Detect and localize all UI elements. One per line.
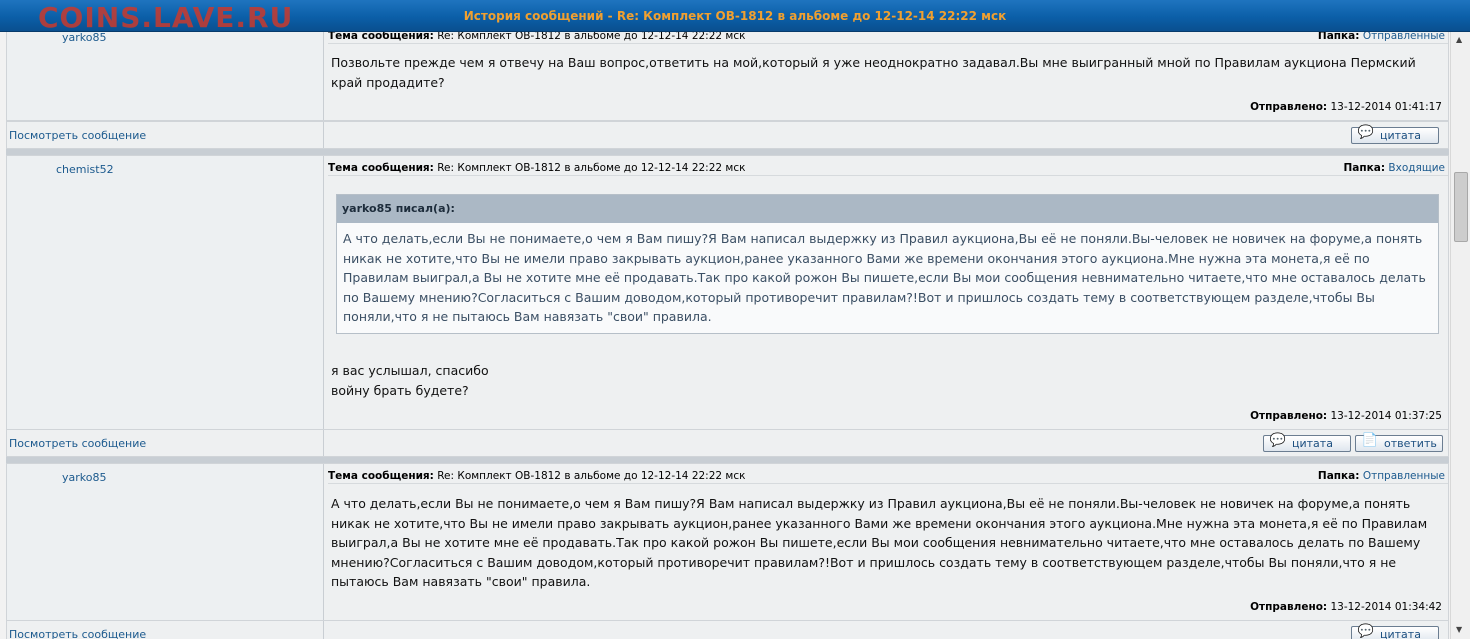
subject-line: Тема сообщения: Re: Комплект ОВ-1812 в а… [328,32,1448,44]
quote-author: yarko85 писал(а): [337,195,1438,223]
message-text-line-2: войну брать будете? [331,383,469,398]
message-body: Тема сообщения: Re: Комплект ОВ-1812 в а… [325,32,1448,120]
reply-button[interactable]: 📄 ответить [1355,433,1443,452]
message-2: chemist52 Тема сообщения: Re: Комплект О… [6,155,1449,430]
quote-button-label: цитата [1292,437,1333,450]
subject-label: Тема сообщения: [328,470,434,482]
message-2-actions: Посмотреть сообщение 💬 цитата 📄 ответить [6,429,1449,457]
subject-text: Re: Комплект ОВ-1812 в альбоме до 12-12-… [437,32,746,42]
speech-bubble-icon: 💬 [1269,433,1287,448]
sent-info: Отправлено: 13-12-2014 01:34:42 [1250,601,1442,613]
author-name[interactable]: chemist52 [56,163,114,176]
sent-time: 13-12-2014 01:34:42 [1330,601,1442,613]
speech-bubble-icon: 💬 [1357,125,1375,140]
message-history: yarko85 Тема сообщения: Re: Комплект ОВ-… [6,32,1449,639]
view-message-link[interactable]: Посмотреть сообщение [9,129,146,142]
quote-block: yarko85 писал(а): А что делать,если Вы н… [336,194,1439,334]
message-1: yarko85 Тема сообщения: Re: Комплект ОВ-… [6,32,1449,121]
folder-label: Папка: [1343,162,1386,174]
vertical-scrollbar[interactable]: ▲ ▼ [1450,32,1470,639]
scroll-thumb[interactable] [1454,172,1468,242]
sent-time: 13-12-2014 01:41:17 [1330,101,1442,113]
sent-label: Отправлено: [1250,601,1328,613]
sent-info: Отправлено: 13-12-2014 01:41:17 [1250,101,1442,113]
sent-label: Отправлено: [1250,101,1328,113]
reply-button-label: ответить [1384,437,1437,450]
folder-info: Папка: Отправленные [1318,468,1445,484]
author-name[interactable]: yarko85 [62,471,106,484]
author-column: yarko85 [7,32,324,120]
message-body: Тема сообщения: Re: Комплект ОВ-1812 в а… [325,156,1448,429]
folder-label: Папка: [1317,32,1360,42]
speech-bubble-icon: 💬 [1357,624,1375,639]
subject-label: Тема сообщения: [328,162,434,174]
message-text: Позвольте прежде чем я отвечу на Ваш воп… [331,55,1416,90]
folder-link[interactable]: Отправленные [1363,32,1445,42]
subject-line: Тема сообщения: Re: Комплект ОВ-1812 в а… [328,468,1448,484]
message-3-actions: Посмотреть сообщение 💬 цитата [6,620,1449,639]
subject-label: Тема сообщения: [328,32,434,42]
subject-line: Тема сообщения: Re: Комплект ОВ-1812 в а… [328,160,1448,176]
scroll-down-icon[interactable]: ▼ [1456,625,1462,634]
message-text: А что делать,если Вы не понимаете,о чем … [331,496,1428,589]
message-3: yarko85 Тема сообщения: Re: Комплект ОВ-… [6,463,1449,621]
author-column: yarko85 [7,464,324,620]
quote-button-label: цитата [1380,129,1421,142]
message-1-actions: Посмотреть сообщение 💬 цитата [6,121,1449,149]
message-text-line-1: я вас услышал, спасибо [331,363,489,378]
scroll-up-icon[interactable]: ▲ [1456,35,1462,44]
sent-time: 13-12-2014 01:37:25 [1330,410,1442,422]
document-icon: 📄 [1361,433,1379,448]
quote-button-label: цитата [1380,628,1421,639]
folder-info: Папка: Входящие [1344,160,1445,176]
subject-text: Re: Комплект ОВ-1812 в альбоме до 12-12-… [437,162,746,174]
folder-label: Папка: [1317,470,1360,482]
page-title: История сообщений - Re: Комплект ОВ-1812… [463,9,1007,23]
window-titlebar: COINS.LAVE.RU История сообщений - Re: Ко… [0,0,1470,34]
quote-button[interactable]: 💬 цитата [1263,433,1351,452]
view-message-link[interactable]: Посмотреть сообщение [9,437,146,450]
subject-text: Re: Комплект ОВ-1812 в альбоме до 12-12-… [437,470,746,482]
sent-info: Отправлено: 13-12-2014 01:37:25 [1250,410,1442,422]
quote-button[interactable]: 💬 цитата [1351,624,1439,639]
sent-label: Отправлено: [1250,410,1328,422]
quote-button[interactable]: 💬 цитата [1351,125,1439,144]
folder-link[interactable]: Отправленные [1363,470,1445,482]
author-name[interactable]: yarko85 [62,32,106,44]
view-message-link[interactable]: Посмотреть сообщение [9,628,146,639]
message-body: Тема сообщения: Re: Комплект ОВ-1812 в а… [325,464,1448,620]
quote-text: А что делать,если Вы не понимаете,о чем … [343,231,1426,324]
folder-link[interactable]: Входящие [1388,162,1445,174]
folder-info: Папка: Отправленные [1318,32,1445,44]
author-column: chemist52 [7,156,324,429]
